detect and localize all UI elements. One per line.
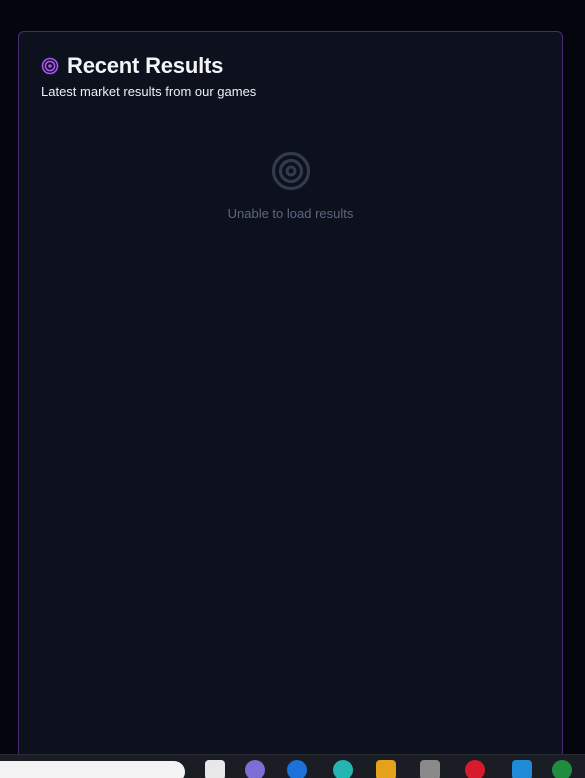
card-header: Recent Results Latest market results fro… xyxy=(41,52,540,99)
card-subtitle: Latest market results from our games xyxy=(41,84,257,99)
app-icon[interactable] xyxy=(420,760,440,778)
taskbar-search-box[interactable] xyxy=(0,761,185,778)
chrome-icon[interactable] xyxy=(552,760,572,778)
recent-results-card: Recent Results Latest market results fro… xyxy=(18,31,563,771)
vscode-icon[interactable] xyxy=(512,760,532,778)
page: Recent Results Latest market results fro… xyxy=(0,0,585,778)
edge-icon[interactable] xyxy=(287,760,307,778)
folder-icon[interactable] xyxy=(376,760,396,778)
file-icon[interactable] xyxy=(205,760,225,778)
card-title: Recent Results xyxy=(67,53,224,78)
copilot-icon[interactable] xyxy=(245,760,265,778)
opera-icon[interactable] xyxy=(465,760,485,778)
chat-icon[interactable] xyxy=(333,760,353,778)
empty-state: Unable to load results xyxy=(19,150,562,221)
target-icon xyxy=(41,57,59,75)
target-icon xyxy=(270,150,312,192)
empty-message: Unable to load results xyxy=(227,206,354,221)
taskbar xyxy=(0,754,585,778)
title-row: Recent Results xyxy=(41,52,540,80)
